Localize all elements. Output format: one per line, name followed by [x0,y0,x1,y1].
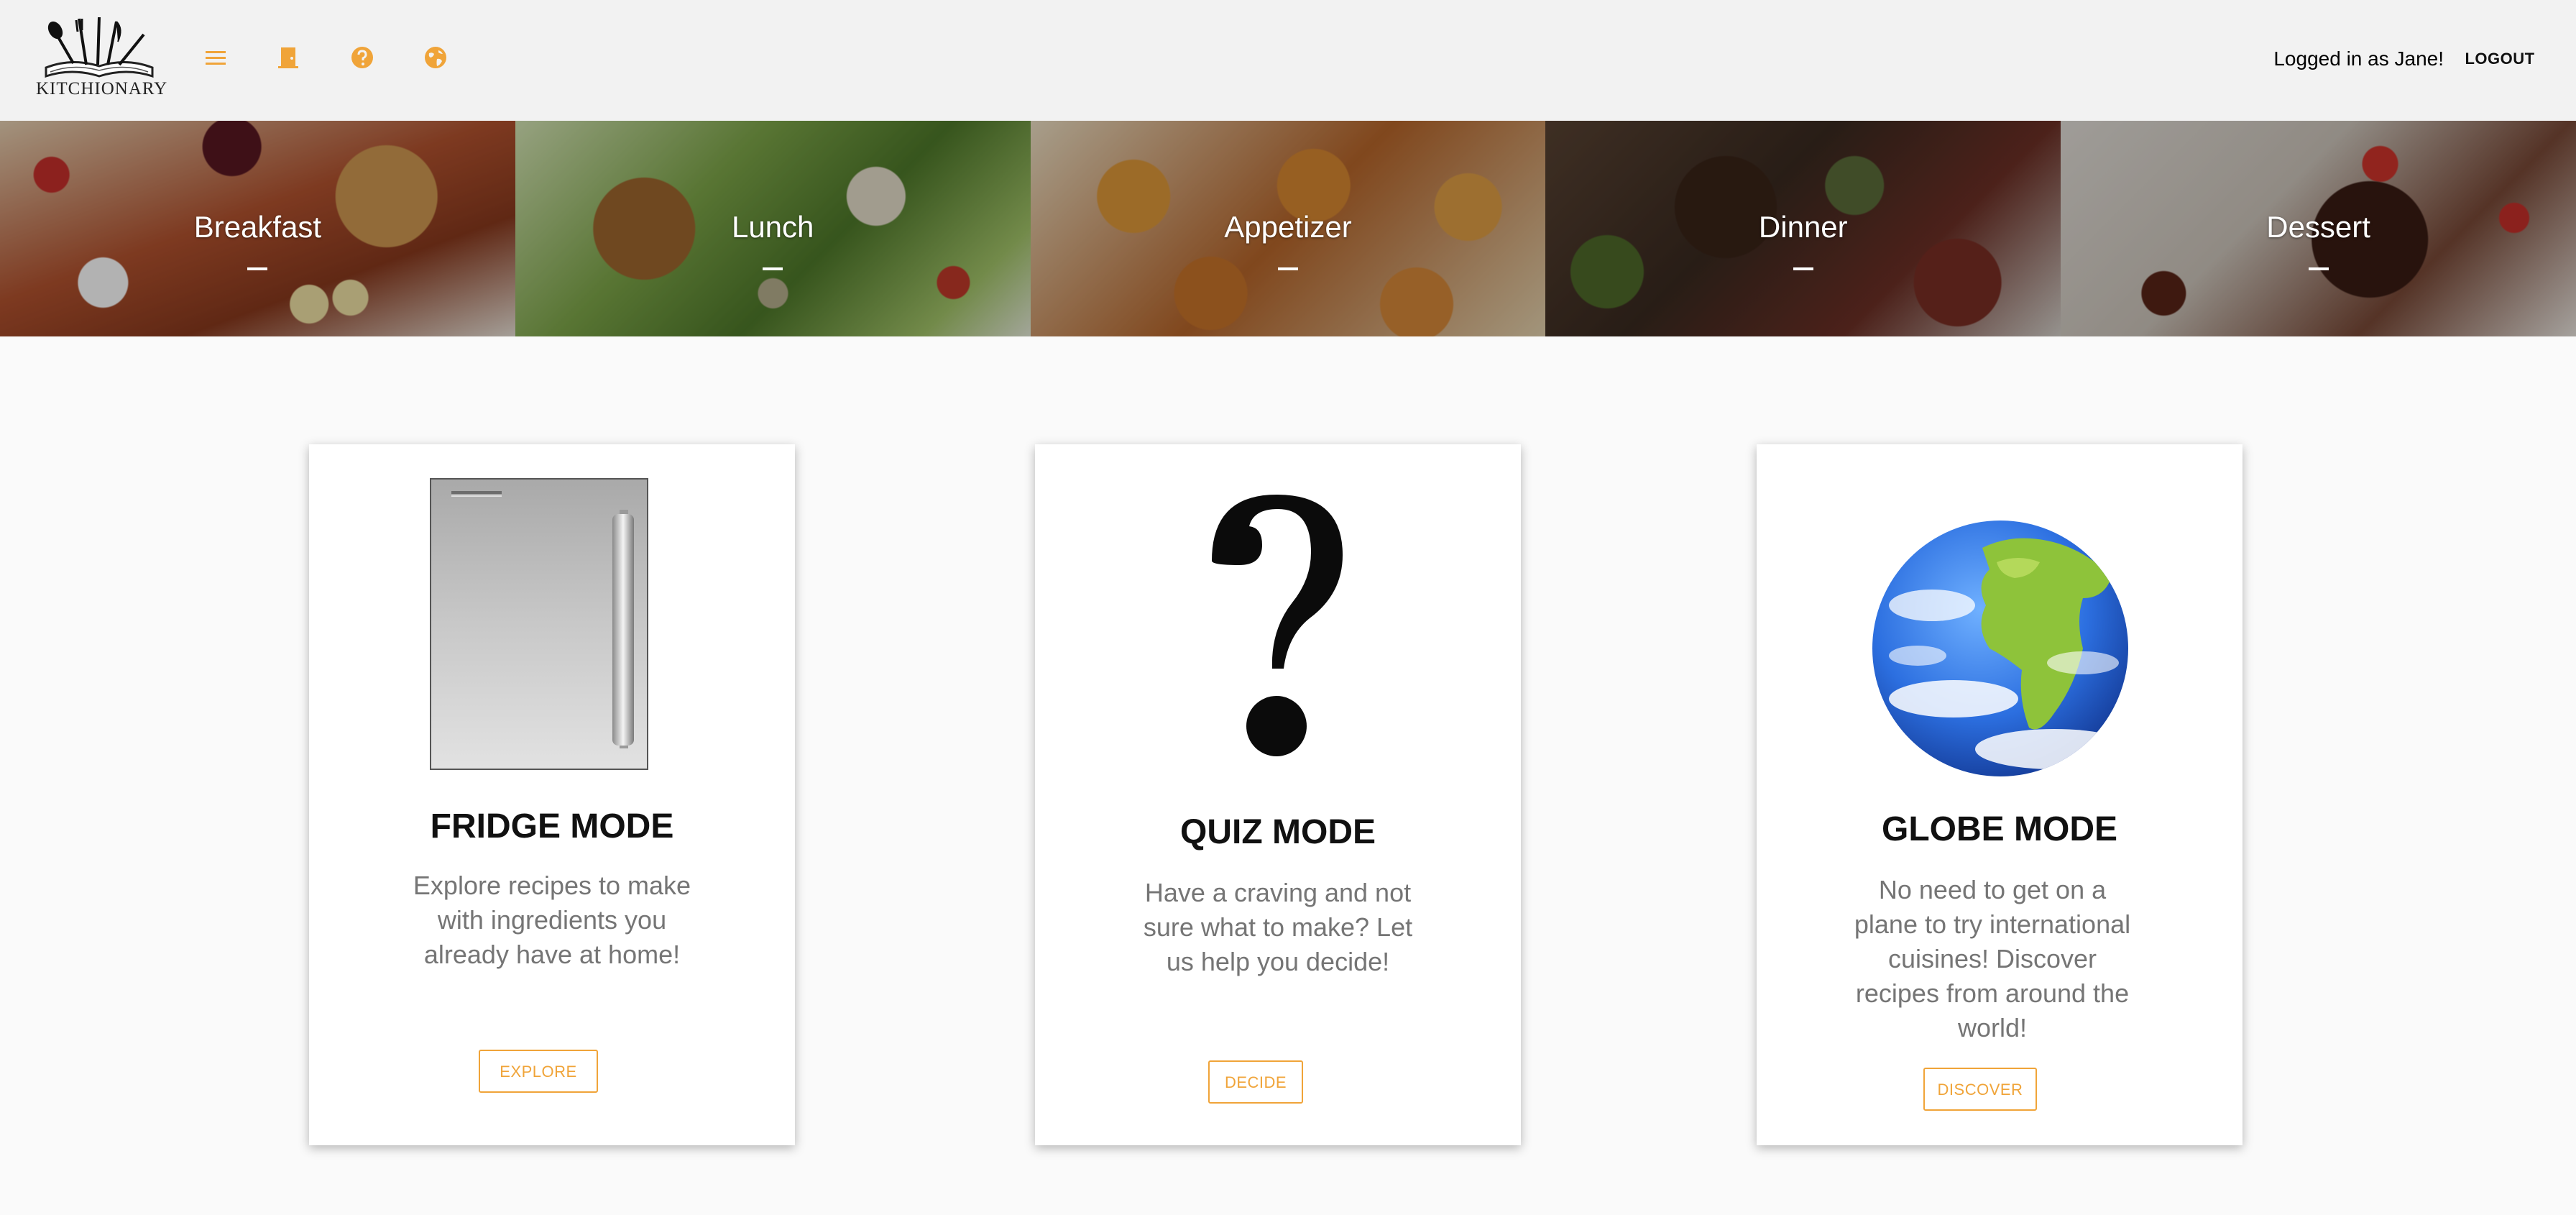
menu-icon[interactable] [201,43,230,72]
card-description: Explore recipes to make with ingredients… [413,871,691,969]
globe-image [1872,521,2128,776]
card-title: GLOBE MODE [1881,810,2117,848]
meal-category-banner: Breakfast Lunch Appetizer Dinner Dessert [0,121,2576,336]
globe-icon[interactable] [421,43,450,72]
logged-in-user-text: Logged in as Jane! [2273,47,2444,70]
help-icon[interactable] [348,43,377,72]
kitchionary-logo[interactable]: KITCHIONARY [36,13,168,99]
category-underline [247,267,268,270]
quiz-mode-card: QUIZ MODE Have a craving and not sure wh… [1035,444,1521,1145]
card-title: QUIZ MODE [1180,813,1376,851]
book-utensils-icon [45,17,154,78]
category-tile-appetizer[interactable]: Appetizer [1030,121,1546,336]
category-tile-dinner[interactable]: Dinner [1545,121,2061,336]
category-underline [763,267,783,270]
door-icon[interactable] [274,43,303,72]
top-app-bar: KITCHIONARY Logged in as Jane! LOGOUT [0,0,2576,121]
category-underline [1793,267,1813,270]
decide-button[interactable]: DECIDE [1208,1060,1303,1104]
category-label: Dinner [1758,210,1848,244]
discover-button[interactable]: DISCOVER [1923,1068,2037,1111]
category-underline [2308,267,2329,270]
fridge-mode-card: FRIDGE MODE Explore recipes to make with… [309,444,795,1145]
explore-button[interactable]: EXPLORE [479,1050,598,1093]
category-label: Dessert [2266,210,2370,244]
globe-mode-card: GLOBE MODE No need to get on a plane to … [1757,444,2242,1145]
category-label: Breakfast [193,210,322,244]
logo-text: KITCHIONARY [36,79,168,98]
card-description: No need to get on a plane to try interna… [1854,875,2131,1042]
logout-button[interactable]: LOGOUT [2458,42,2542,76]
category-tile-dessert[interactable]: Dessert [2061,121,2576,336]
card-title: FRIDGE MODE [430,807,674,845]
category-label: Appetizer [1224,210,1352,244]
category-tile-breakfast[interactable]: Breakfast [0,121,515,336]
category-underline [1277,267,1298,270]
fridge-image [430,478,648,770]
question-mark-image [1212,495,1343,756]
card-description: Have a craving and not sure what to make… [1143,878,1413,976]
category-tile-lunch[interactable]: Lunch [515,121,1031,336]
category-label: Lunch [731,210,814,244]
